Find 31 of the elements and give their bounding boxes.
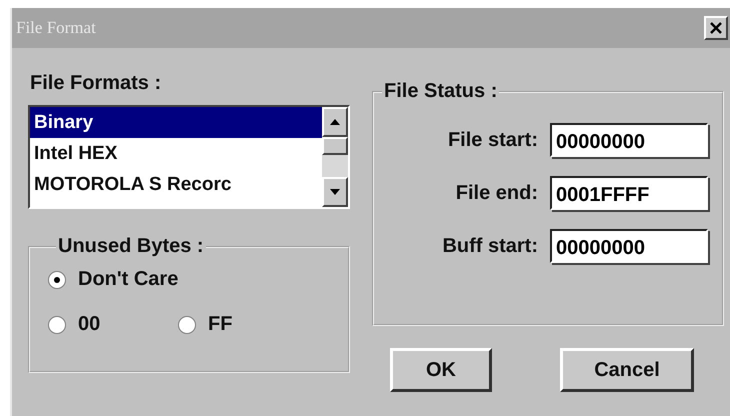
unused-bytes-label: Unused Bytes : xyxy=(57,235,205,258)
radio-button[interactable] xyxy=(48,270,66,288)
up-arrow-icon xyxy=(330,119,340,125)
radio-button[interactable] xyxy=(48,316,66,334)
radio-option[interactable]: FF xyxy=(178,313,298,336)
radio-option[interactable]: Don't Care xyxy=(48,268,298,291)
input-field[interactable]: 00000000 xyxy=(550,123,708,157)
file-formats-label: File Formats : xyxy=(30,72,162,95)
radio-label: 00 xyxy=(78,313,100,336)
field-label: File start: xyxy=(448,128,538,152)
field-label: File end: xyxy=(456,182,538,204)
input-field[interactable]: 0001FFFF xyxy=(550,176,708,210)
scroll-up-button[interactable] xyxy=(322,107,348,137)
input-field[interactable]: 00000000 xyxy=(550,229,708,263)
scroll-down-button[interactable] xyxy=(322,177,348,207)
radio-option[interactable]: 00 xyxy=(48,313,178,336)
field-label: Buff start: xyxy=(442,234,538,258)
list-item[interactable]: Intel HEX xyxy=(30,138,322,169)
list-item[interactable]: MOTOROLA S Recorc xyxy=(30,169,322,200)
down-arrow-icon xyxy=(330,189,340,195)
list-item[interactable]: Binary xyxy=(30,107,322,138)
file-status-label: File Status : xyxy=(383,80,498,103)
dialog-button[interactable]: Cancel xyxy=(560,348,694,392)
close-icon xyxy=(709,21,723,35)
window-title: File Format xyxy=(16,18,96,38)
scroll-thumb[interactable] xyxy=(322,137,348,155)
radio-label: Don't Care xyxy=(78,268,178,291)
radio-label: FF xyxy=(208,313,232,336)
radio-button[interactable] xyxy=(178,316,196,334)
dialog-button[interactable]: OK xyxy=(390,348,492,392)
close-button[interactable] xyxy=(704,16,728,40)
